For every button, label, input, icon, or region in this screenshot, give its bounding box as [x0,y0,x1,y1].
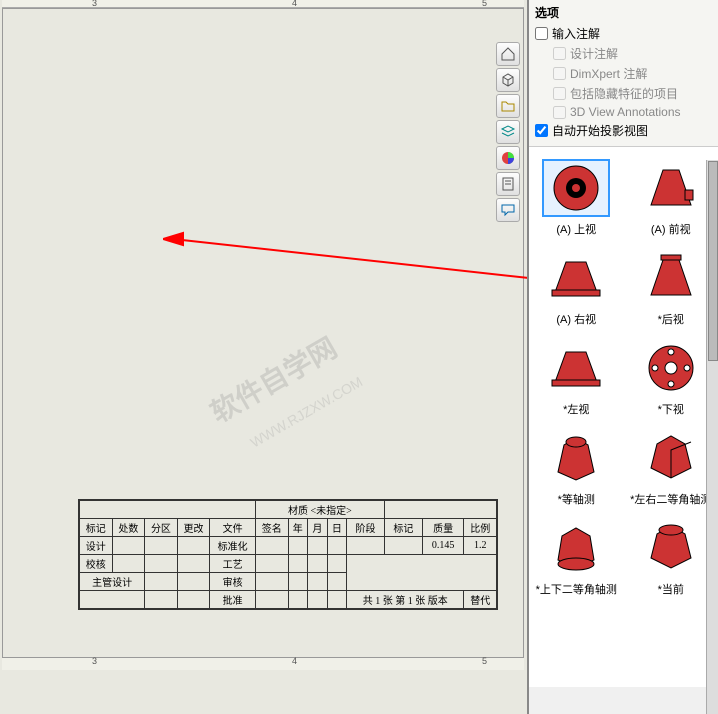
view-thumbnail [542,339,610,397]
view-label: *后视 [628,311,713,327]
view-thumbnail [637,429,705,487]
views-panel: (A) 上视 (A) 前视 (A) 右视 *后视 *左视 *下视 *等轴测 *左右二等角轴测 *… [529,147,718,687]
import-annotations-checkbox[interactable] [535,27,548,40]
view-label: *左视 [534,401,619,417]
th: 比例 [464,519,497,537]
dimxpert-checkbox[interactable] [553,67,566,80]
appearance-icon[interactable] [496,146,520,170]
view-item-iso2[interactable]: *左右二等角轴测 [628,429,713,507]
scrollbar-vertical[interactable] [706,160,718,714]
cell: 审核 [210,573,256,591]
ruler-mark: 4 [292,656,297,666]
view-item-back[interactable]: *后视 [628,249,713,327]
view-label: *等轴测 [534,491,619,507]
th: 分区 [145,519,178,537]
cell: 设计 [80,537,113,555]
watermark-sub: WWW.RJZXW.COM [247,373,365,450]
ruler-mark: 5 [482,656,487,666]
th: 月 [308,519,328,537]
dimxpert-label: DimXpert 注解 [570,65,647,82]
view-label: (A) 右视 [534,311,619,327]
task-panel: 选项 输入注解 设计注解 DimXpert 注解 包括隐藏特征的项目 3D Vi… [527,0,718,714]
annotation-arrow [163,229,543,289]
th: 标记 [80,519,113,537]
view-item-bottom[interactable]: *下视 [628,339,713,417]
view-thumbnail [637,249,705,307]
th: 更改 [177,519,210,537]
auto-projection-label: 自动开始投影视图 [552,122,648,139]
view-item-front[interactable]: (A) 前视 [628,159,713,237]
comment-icon[interactable] [496,198,520,222]
replace-cell: 替代 [464,591,497,609]
ruler-mark: 5 [482,0,487,8]
view-thumbnail [637,519,705,577]
view-item-iso1[interactable]: *等轴测 [534,429,619,507]
drawing-canvas[interactable]: 软件自学网 WWW.RJZXW.COM 材质 <未指定> 标记 处数 分区 更改… [2,8,524,658]
view-label: (A) 前视 [628,221,713,237]
view-item-right[interactable]: (A) 右视 [534,249,619,327]
cube-icon[interactable] [496,68,520,92]
view-thumbnail [542,159,610,217]
view-item-current[interactable]: *当前 [628,519,713,597]
th: 签名 [255,519,288,537]
scrollbar-thumb[interactable] [708,161,718,361]
cell: 工艺 [210,555,256,573]
view-toolbar [496,40,524,224]
ruler-bottom: 3 4 5 [2,658,524,670]
view-item-iso3[interactable]: *上下二等角轴测 [534,519,619,597]
home-icon[interactable] [496,42,520,66]
cell: 校核 [80,555,113,573]
view-label: *当前 [628,581,713,597]
view-thumbnail [542,249,610,307]
watermark: 软件自学网 [202,327,343,432]
th: 标记 [384,519,422,537]
ruler-mark: 3 [92,0,97,8]
options-section: 选项 输入注解 设计注解 DimXpert 注解 包括隐藏特征的项目 3D Vi… [529,0,718,147]
layers-icon[interactable] [496,120,520,144]
cell: 主管设计 [80,573,145,591]
cell: 批准 [210,591,256,609]
material-cell: 材质 <未指定> [255,501,384,519]
folder-icon[interactable] [496,94,520,118]
hidden-features-label: 包括隐藏特征的项目 [570,85,678,102]
design-annotations-checkbox[interactable] [553,47,566,60]
view-label: *上下二等角轴测 [534,581,619,597]
th: 质量 [422,519,464,537]
mass-cell: 0.145 [422,537,464,555]
auto-projection-checkbox[interactable] [535,124,548,137]
title-block: 材质 <未指定> 标记 处数 分区 更改 文件 签名 年 月 日 阶段 标记 质… [78,499,498,610]
th: 处数 [112,519,145,537]
document-icon[interactable] [496,172,520,196]
cell: 标准化 [210,537,256,555]
view-item-top[interactable]: (A) 上视 [534,159,619,237]
3d-annotations-label: 3D View Annotations [570,105,681,119]
ruler-top: 3 4 5 [2,0,524,8]
ruler-mark: 4 [292,0,297,8]
design-annotations-label: 设计注解 [570,45,618,62]
view-item-left[interactable]: *左视 [534,339,619,417]
3d-annotations-checkbox[interactable] [553,106,566,119]
sheet-cell: 共 1 张 第 1 张 版本 [347,591,464,609]
options-title: 选项 [535,4,712,21]
th: 日 [327,519,347,537]
import-annotations-label: 输入注解 [552,25,600,42]
scale-cell: 1.2 [464,537,497,555]
view-label: (A) 上视 [534,221,619,237]
view-thumbnail [542,429,610,487]
th: 阶段 [347,519,385,537]
view-label: *下视 [628,401,713,417]
view-label: *左右二等角轴测 [628,491,713,507]
hidden-features-checkbox[interactable] [553,87,566,100]
view-thumbnail [542,519,610,577]
view-thumbnail [637,159,705,217]
view-thumbnail [637,339,705,397]
th: 年 [288,519,308,537]
th: 文件 [210,519,256,537]
drawing-area: 3 4 5 软件自学网 WWW.RJZXW.COM 材质 <未指定> 标记 处数… [0,0,527,714]
ruler-mark: 3 [92,656,97,666]
